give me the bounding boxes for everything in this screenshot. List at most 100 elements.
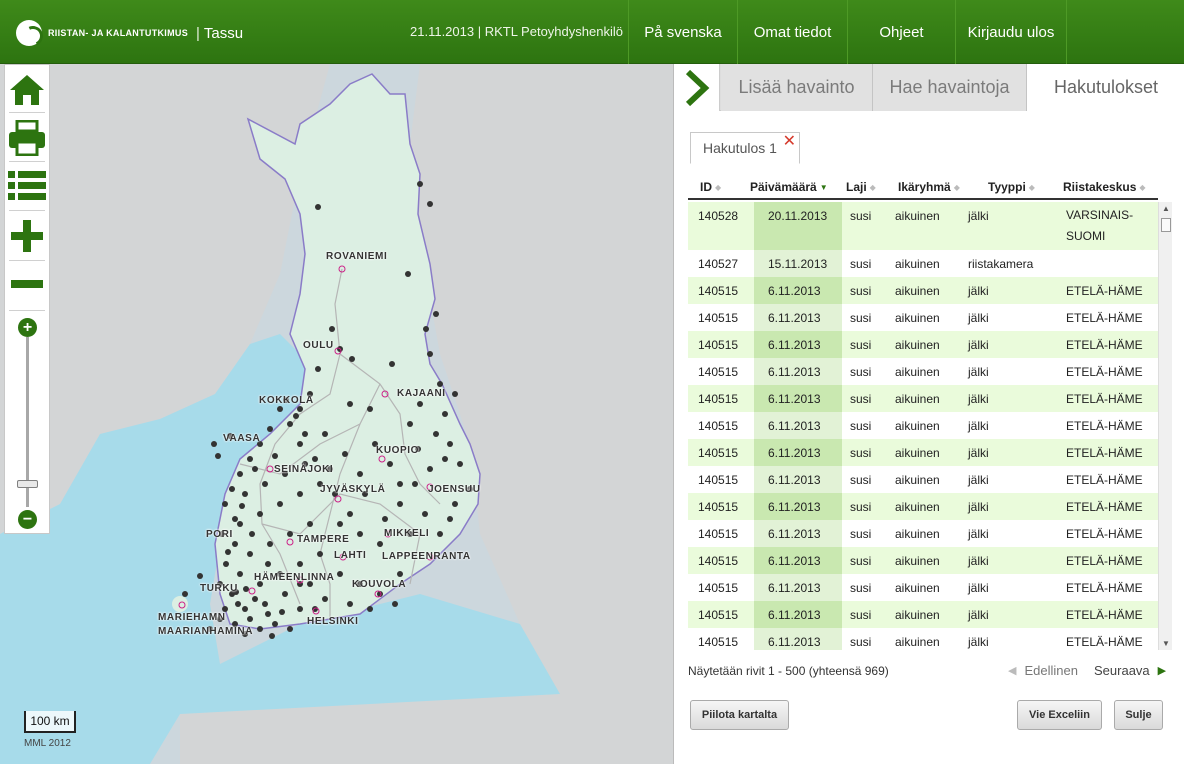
table-row[interactable]: 140515 6.11.2013 susi aikuinen jälki ETELÄ-HÄ… — [688, 574, 1158, 601]
city-label-vaasa: VAASA — [223, 433, 261, 444]
print-button[interactable] — [5, 115, 49, 161]
close-icon[interactable]: ✕ — [783, 134, 796, 150]
scale-bar: 100 km — [24, 711, 76, 733]
nav-logout[interactable]: Kirjaudu ulos — [955, 0, 1067, 64]
table-row[interactable]: 140515 6.11.2013 susi aikuinen jälki ETELÄ-HÄ… — [688, 547, 1158, 574]
app-name: Tassu — [203, 24, 244, 42]
city-label-kouvola: KOUVOLA — [352, 579, 407, 590]
tab-search-observations[interactable]: Hae havaintoja — [873, 64, 1027, 111]
cell-age-group: aikuinen — [895, 446, 940, 460]
table-row[interactable]: 140515 6.11.2013 susi aikuinen jälki ETELÄ-HÄ… — [688, 601, 1158, 628]
map-view[interactable]: ROVANIEMI OULU KOKKOLA KAJAANI VAASA SEI… — [0, 64, 673, 764]
list-button[interactable] — [5, 163, 49, 209]
cell-game-center: ETELÄ-HÄME — [1066, 554, 1143, 568]
close-button[interactable]: Sulje — [1114, 700, 1163, 730]
cell-game-center: VARSINAIS-SUOMI — [1066, 208, 1134, 243]
table-row[interactable]: 140515 6.11.2013 susi aikuinen jälki ETELÄ-HÄ… — [688, 277, 1158, 304]
table-row[interactable]: 140515 6.11.2013 susi aikuinen jälki ETELÄ-HÄ… — [688, 628, 1158, 650]
table-row[interactable]: 140515 6.11.2013 susi aikuinen jälki ETELÄ-HÄ… — [688, 304, 1158, 331]
column-header-species[interactable]: Laji ◆ — [846, 180, 876, 194]
nav-help[interactable]: Ohjeet — [847, 0, 955, 64]
result-tab[interactable]: Hakutulos 1 ✕ — [690, 132, 800, 164]
cell-id: 140527 — [698, 257, 739, 271]
cell-species: susi — [850, 500, 872, 514]
cell-date: 6.11.2013 — [768, 527, 821, 541]
column-header-age-group[interactable]: Ikäryhmä ◆ — [898, 180, 960, 194]
collapse-panel-button[interactable] — [674, 64, 720, 111]
cell-species: susi — [850, 446, 872, 460]
table-row[interactable]: 140515 6.11.2013 susi aikuinen jälki ETELÄ-HÄ… — [688, 439, 1158, 466]
cell-type: jälki — [968, 311, 989, 325]
city-label-seinajoki: SEINÄJOKI — [274, 464, 334, 475]
scroll-down-icon: ▼ — [1162, 639, 1170, 648]
previous-page-button[interactable]: ◀ Edellinen — [1008, 663, 1078, 678]
city-label-rovaniemi: ROVANIEMI — [326, 251, 388, 262]
table-row[interactable]: 140515 6.11.2013 susi aikuinen jälki ETELÄ-HÄ… — [688, 493, 1158, 520]
column-header-type[interactable]: Tyyppi ◆ — [988, 180, 1035, 194]
next-page-button[interactable]: Seuraava ▶ — [1094, 663, 1166, 678]
minus-icon — [11, 280, 43, 288]
logo-text: RIISTAN- JA KALANTUTKIMUS — [48, 28, 188, 38]
city-label-mikkeli: MIKKELI — [384, 528, 430, 539]
zoom-slider-handle[interactable] — [17, 480, 38, 488]
column-header-game-center[interactable]: Riistakeskus ◆ — [1063, 180, 1146, 194]
results-table: ID ◆ Päivämäärä ▼ Laji ◆ Ikäryhmä ◆ Tyyppi ◆ … — [688, 174, 1172, 650]
sort-desc-icon: ▼ — [819, 183, 828, 193]
cell-date: 6.11.2013 — [768, 500, 821, 514]
cell-type: jälki — [968, 419, 989, 433]
cell-date: 6.11.2013 — [768, 554, 821, 568]
export-excel-button[interactable]: Vie Exceliin — [1017, 700, 1102, 730]
table-row[interactable]: 140527 15.11.2013 susi aikuinen riistakamera — [688, 250, 1158, 277]
add-observation-button[interactable] — [5, 213, 49, 259]
tab-search-results[interactable]: Hakutulokset — [1027, 64, 1184, 111]
column-header-date[interactable]: Päivämäärä ▼ — [750, 180, 828, 194]
cell-id: 140515 — [698, 311, 739, 325]
table-row[interactable]: 140515 6.11.2013 susi aikuinen jälki ETELÄ-HÄ… — [688, 358, 1158, 385]
cell-date: 6.11.2013 — [768, 473, 821, 487]
cell-id: 140515 — [698, 527, 739, 541]
table-row[interactable]: 140515 6.11.2013 susi aikuinen jälki ETELÄ-HÄ… — [688, 466, 1158, 493]
cell-id: 140515 — [698, 284, 739, 298]
hide-from-map-button[interactable]: Piilota kartalta — [690, 700, 789, 730]
cell-age-group: aikuinen — [895, 527, 940, 541]
chevron-left-icon: ◀ — [1008, 665, 1017, 677]
table-row[interactable]: 140528 20.11.2013 susi aikuinen jälki VARSINA… — [688, 202, 1158, 250]
table-row[interactable]: 140515 6.11.2013 susi aikuinen jälki ETELÄ-HÄ… — [688, 520, 1158, 547]
cell-type: jälki — [968, 473, 989, 487]
city-label-kokkola: KOKKOLA — [259, 395, 314, 406]
cell-game-center: ETELÄ-HÄME — [1066, 527, 1143, 541]
table-body: 140528 20.11.2013 susi aikuinen jälki VARSINA… — [688, 202, 1158, 650]
cell-type: jälki — [968, 608, 989, 622]
results-panel: Lisää havainto Hae havaintoja Hakutuloks… — [673, 64, 1184, 764]
cell-age-group: aikuinen — [895, 311, 940, 325]
home-button[interactable] — [5, 67, 49, 113]
zoom-out-button[interactable]: − — [18, 510, 37, 529]
cell-age-group: aikuinen — [895, 581, 940, 595]
cell-id: 140528 — [698, 209, 739, 223]
cell-species: susi — [850, 338, 872, 352]
tab-add-observation[interactable]: Lisää havainto — [721, 64, 873, 111]
remove-button[interactable] — [5, 261, 49, 307]
table-row[interactable]: 140515 6.11.2013 susi aikuinen jälki ETELÄ-HÄ… — [688, 412, 1158, 439]
cell-id: 140515 — [698, 635, 739, 649]
cell-date: 6.11.2013 — [768, 365, 821, 379]
cell-game-center: ETELÄ-HÄME — [1066, 608, 1143, 622]
city-label-oulu: OULU — [303, 340, 334, 351]
cell-type: jälki — [968, 554, 989, 568]
zoom-in-button[interactable]: + — [18, 318, 37, 337]
city-label-helsinki: HELSINKI — [307, 616, 359, 627]
cell-id: 140515 — [698, 554, 739, 568]
cell-species: susi — [850, 311, 872, 325]
column-header-id[interactable]: ID ◆ — [700, 180, 721, 194]
chevron-right-icon: ▶ — [1157, 665, 1167, 677]
nav-own-info[interactable]: Omat tiedot — [737, 0, 847, 64]
table-scrollbar[interactable]: ▲ ▼ — [1158, 202, 1172, 650]
table-row[interactable]: 140515 6.11.2013 susi aikuinen jälki ETELÄ-HÄ… — [688, 331, 1158, 358]
home-icon — [10, 75, 44, 105]
cell-id: 140515 — [698, 419, 739, 433]
list-icon — [8, 171, 46, 200]
table-row[interactable]: 140515 6.11.2013 susi aikuinen jälki ETELÄ-HÄ… — [688, 385, 1158, 412]
nav-swedish[interactable]: På svenska — [628, 0, 737, 64]
scrollbar-thumb[interactable] — [1161, 218, 1171, 232]
title-separator: | — [196, 24, 200, 42]
